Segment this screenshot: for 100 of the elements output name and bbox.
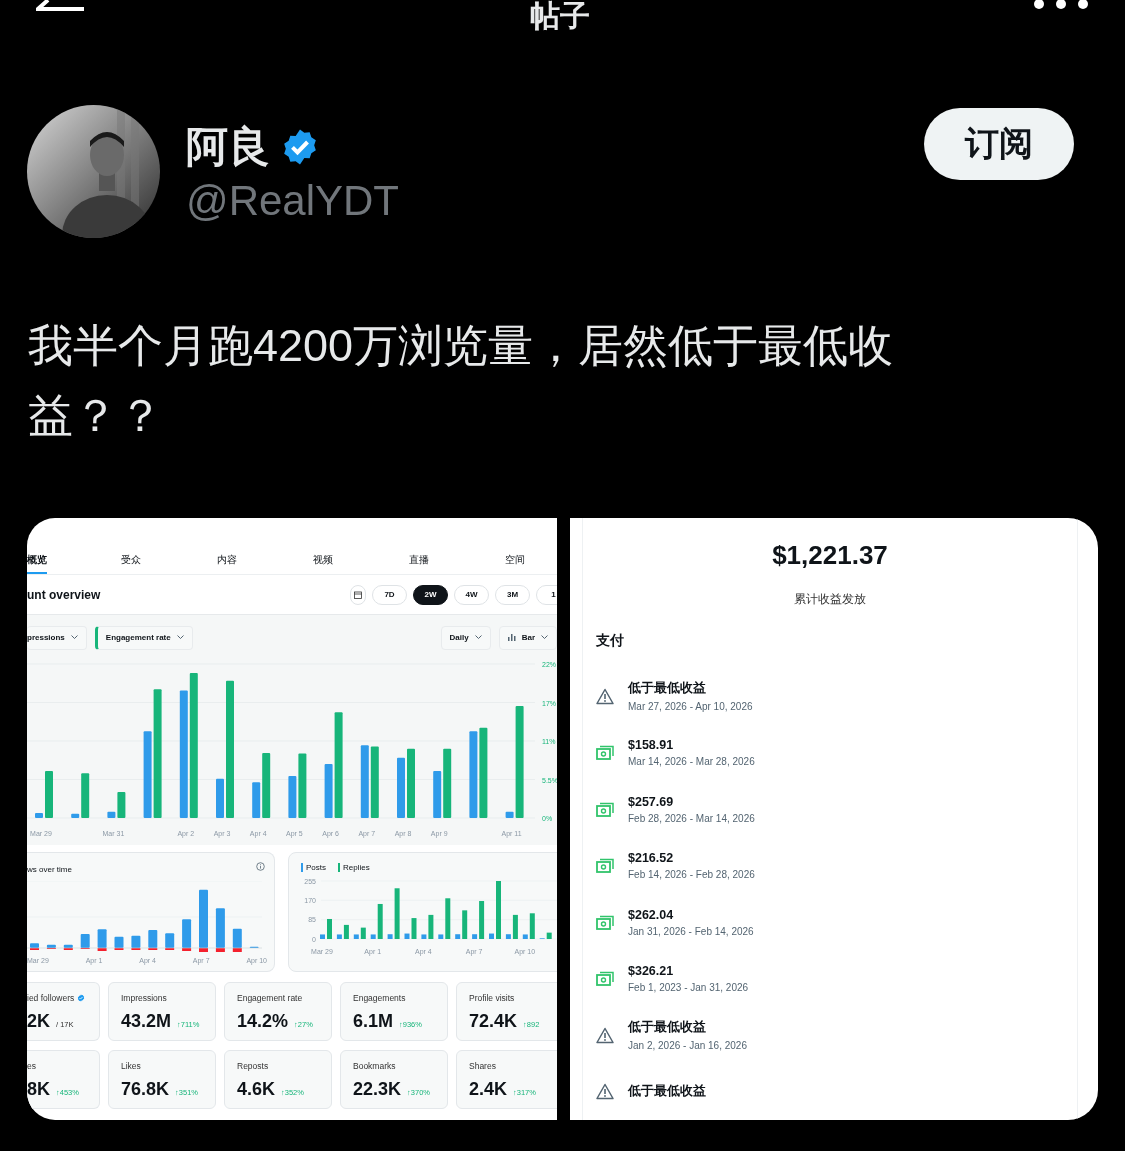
metric-dropdown[interactable]: pressions	[27, 625, 87, 650]
money-icon	[596, 745, 614, 761]
payout-title: 低于最低收益	[628, 680, 707, 698]
payout-title: $257.69	[628, 794, 675, 809]
metric-label: Shares	[469, 1061, 496, 1071]
negative-bar	[182, 948, 192, 951]
payout-title: 低于最低收益	[628, 1083, 706, 1101]
bar	[215, 908, 225, 948]
bar	[80, 934, 90, 948]
bar	[199, 889, 208, 948]
metric-label: Reposts	[237, 1061, 269, 1071]
metric-value: 72.4K	[469, 1011, 518, 1032]
range-pill[interactable]: 7D	[372, 584, 407, 605]
range-pill[interactable]: 1	[536, 584, 557, 605]
bar	[46, 944, 56, 948]
chart-type-dropdown[interactable]: Bar	[498, 625, 557, 650]
payout-dates: Jan 31, 2026 - Feb 14, 2026	[628, 925, 754, 937]
payout-dates: Mar 14, 2026 - Mar 28, 2026	[628, 756, 755, 768]
caret-icon	[70, 635, 78, 640]
tab[interactable]: 内容	[217, 548, 237, 574]
metric-value: 2K	[27, 1011, 50, 1032]
legend-item: Replies	[338, 863, 370, 872]
payout-title: $216.52	[628, 851, 675, 866]
metric-value: 4.6K	[237, 1079, 276, 1100]
bar	[370, 746, 379, 818]
section-title: unt overview	[27, 587, 101, 602]
warning-icon	[596, 1026, 614, 1044]
bar	[114, 936, 124, 948]
tab[interactable]: 空间	[505, 548, 525, 574]
metric-label: Likes	[121, 1061, 141, 1071]
range-pill[interactable]: 3M	[495, 584, 530, 605]
metric-value: 14.2%	[237, 1011, 289, 1032]
caret-icon	[474, 635, 482, 640]
metric-label: Impressions	[121, 993, 167, 1003]
tab[interactable]: 概览	[27, 548, 47, 574]
payout-title: $262.04	[628, 907, 675, 922]
bar	[496, 881, 501, 939]
bar	[216, 778, 224, 818]
subscribe-button[interactable]: 订阅	[924, 108, 1074, 180]
more-icon[interactable]	[1033, 0, 1089, 10]
payout-title: $158.91	[628, 738, 675, 753]
tab[interactable]: 视频	[313, 548, 333, 574]
bar	[148, 930, 158, 948]
money-icon	[596, 801, 614, 817]
calendar-button[interactable]	[350, 584, 366, 605]
range-pill[interactable]: 2W	[413, 584, 448, 605]
negative-bar	[97, 948, 107, 951]
page-title: 帖子	[529, 0, 590, 32]
range-pill[interactable]: 4W	[454, 584, 489, 605]
bar	[131, 935, 141, 948]
negative-bar	[199, 948, 208, 952]
bar	[35, 813, 43, 818]
payout-title: 低于最低收益	[628, 1019, 707, 1037]
section-title: 支付	[596, 632, 625, 650]
total-label: 累计收益发放	[793, 591, 867, 608]
payout-dates: Mar 27, 2026 - Apr 10, 2026	[628, 701, 753, 713]
metric-label: Profile visits	[469, 993, 515, 1003]
metric-value: 76.8K	[121, 1079, 170, 1100]
bar	[232, 928, 242, 948]
payout-title: $326.21	[628, 964, 675, 979]
bar	[327, 919, 332, 939]
bar	[397, 757, 405, 818]
payout-dates: Feb 28, 2026 - Mar 14, 2026	[628, 812, 755, 824]
interval-dropdown[interactable]: Daily	[440, 625, 491, 650]
payout-dates: Feb 14, 2026 - Feb 28, 2026	[628, 869, 755, 881]
post-text: 我半个月跑4200万浏览量，居然低于最低收益？？	[27, 319, 895, 443]
metric-value: 2.4K	[469, 1079, 508, 1100]
bar	[30, 943, 39, 948]
author-handle: @RealYDT	[186, 176, 400, 225]
money-icon	[596, 971, 614, 987]
metric-dropdown[interactable]: Engagement rate	[94, 625, 193, 650]
metric-label: Bookmarks	[353, 1061, 396, 1071]
bar	[63, 944, 73, 948]
caret-icon	[176, 635, 184, 640]
metric-label: es	[27, 1061, 36, 1071]
author-name: 阿良	[186, 121, 270, 172]
metric-label: Engagements	[353, 993, 406, 1003]
metric-label: Engagement rate	[237, 993, 303, 1003]
bar	[97, 929, 107, 948]
metric-value: 8K	[27, 1079, 50, 1100]
bar	[407, 748, 415, 818]
legend-item: Posts	[301, 863, 326, 872]
caret-icon	[541, 635, 548, 640]
negative-bar	[232, 948, 242, 952]
metric-value: 22.3K	[353, 1079, 402, 1100]
metric-value: 43.2M	[121, 1011, 172, 1032]
info-icon	[256, 862, 265, 871]
negative-bar	[215, 948, 225, 952]
tab[interactable]: 受众	[121, 548, 141, 574]
metric-label: ied followers	[27, 993, 75, 1003]
payout-dates: Jan 2, 2026 - Jan 16, 2026	[628, 1040, 747, 1052]
calendar-icon	[354, 590, 362, 599]
card-title: ws over time	[27, 865, 72, 874]
bar	[182, 919, 192, 948]
tab[interactable]: 直播	[409, 548, 429, 574]
metric-value: 6.1M	[353, 1011, 394, 1032]
bar	[45, 771, 53, 818]
bar	[320, 934, 325, 939]
warning-icon	[596, 687, 614, 705]
bar	[165, 933, 175, 948]
